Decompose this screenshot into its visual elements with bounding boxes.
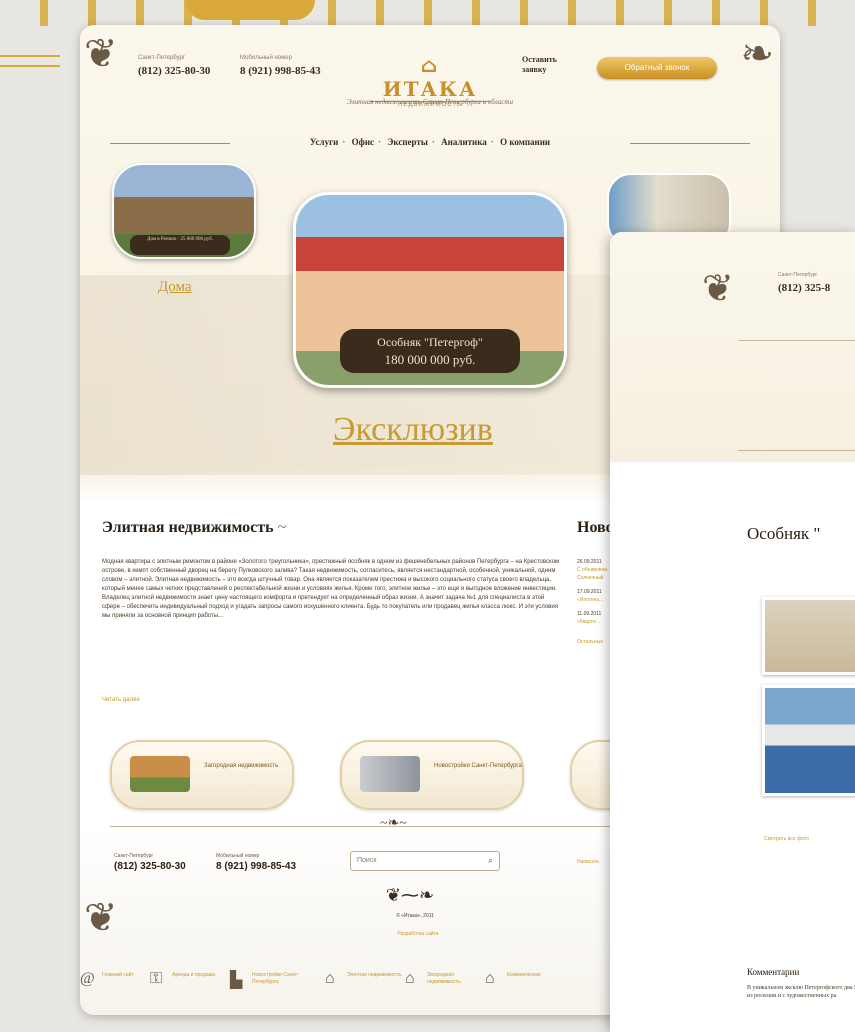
card-label: Новостройки Санкт-Петербурга — [434, 763, 522, 769]
buildings-icon: ▙ — [230, 972, 243, 989]
featured-mansion-price: 180 000 000 руб. — [384, 352, 476, 367]
category-card-country[interactable]: Загородная недвижимость — [110, 740, 294, 810]
nav-item-experts[interactable]: Эксперты — [387, 137, 428, 147]
elite-heading: Элитная недвижимость ~ — [102, 519, 287, 536]
card-label: Загородная недвижимость — [204, 763, 279, 769]
copyright: © «Итака», 2011 — [396, 913, 434, 919]
bottombar-label: Элитная недвижимость — [347, 972, 402, 978]
corner-ornament-icon: ❦ — [84, 895, 118, 941]
second-page-preview: ❦ Санкт-Петербург (812) 325-8 Особняк " … — [610, 232, 855, 1032]
category-card-newbuild[interactable]: Новостройки Санкт-Петербурга — [340, 740, 524, 810]
houses-link[interactable]: Дома — [158, 279, 192, 296]
read-more-link[interactable]: Читать далее — [102, 697, 140, 703]
footer-mobile-phone[interactable]: 8 (921) 998-85-43 — [216, 861, 296, 872]
p2-phone[interactable]: (812) 325-8 — [778, 282, 830, 294]
commercial-icon: ⌂ — [485, 970, 495, 987]
tilde-ornament-icon: ~ — [277, 519, 287, 536]
corner-ornament-icon: ❧ — [740, 31, 774, 77]
p2-divider — [738, 340, 855, 341]
mobile-phone-label: Мобильный номер — [240, 55, 292, 61]
featured-mansion-title: Особняк "Петергоф" — [377, 335, 483, 349]
key-icon: ⚿ — [150, 970, 163, 987]
city-phone[interactable]: (812) 325-80-30 — [138, 65, 210, 77]
search-input[interactable]: Поиск ⌕ — [350, 851, 500, 871]
tagline: Элитная недвижимость Санкт-Петербурга и … — [347, 98, 513, 106]
cottage-icon: ⌂ — [405, 970, 415, 987]
featured-mansion-caption[interactable]: Особняк "Петергоф" 180 000 000 руб. — [340, 329, 520, 373]
divider-ornament-icon: ~❧~ — [380, 816, 407, 831]
p2-all-photos-link[interactable]: Смотреть все фото — [764, 836, 809, 842]
p2-title: Особняк " — [747, 524, 821, 543]
footer-city-phone[interactable]: (812) 325-80-30 — [114, 861, 186, 872]
building-thumbnail — [360, 756, 420, 792]
callback-button[interactable]: Обратный звонок — [597, 57, 717, 79]
corner-ornament-icon: ❦ — [84, 31, 118, 77]
cottage-thumbnail — [130, 756, 190, 792]
house-thumbnail-caption: Дом в Репино · 25 000 000 руб. — [130, 235, 230, 255]
request-link[interactable]: Оставить заявку — [522, 55, 582, 75]
search-placeholder: Поиск — [357, 857, 377, 864]
left-gold-lines — [0, 55, 60, 67]
p2-terrace-photo[interactable] — [762, 685, 855, 796]
developer-link[interactable]: Разработка сайта — [388, 931, 448, 937]
bottombar-label: Коммерческая — [507, 972, 541, 978]
house-icon: ⌂ — [325, 970, 335, 987]
nav-item-office[interactable]: Офис — [352, 137, 374, 147]
nav-item-analytics[interactable]: Аналитика — [441, 137, 487, 147]
footer-ornament-icon: ❦⁓❧ — [385, 885, 435, 905]
p2-comments-text: В уникальном эксклю Петергофского два 53… — [747, 985, 855, 999]
city-phone-label: Санкт-Петербург — [138, 55, 186, 61]
elite-text: Модная квартира с элитным ремонтом в рай… — [102, 559, 560, 619]
footer-mobile-label: Мобильный номер — [216, 853, 260, 859]
mobile-phone[interactable]: 8 (921) 998-85-43 — [240, 65, 321, 77]
corner-ornament-icon: ❦ — [702, 266, 734, 310]
p2-comments-heading: Комментарии — [747, 967, 800, 977]
p2-divider — [738, 450, 855, 451]
footer-city-label: Санкт-Петербург — [114, 853, 154, 859]
nav-item-about[interactable]: О компании — [500, 137, 550, 147]
bottombar-label: Аренда и продажа — [172, 972, 215, 978]
p2-city-label: Санкт-Петербург — [778, 272, 818, 278]
main-nav: Услуги · Офис · Эксперты · Аналитика · О ком… — [110, 137, 750, 147]
bottombar-label: Новостройки Санкт-Петербурга — [252, 972, 299, 985]
bottom-site-bar: @ Главный сайт ⚿ Аренда и продажа ▙ Ново… — [80, 960, 620, 1000]
nav-item-services[interactable]: Услуги — [310, 137, 338, 147]
p2-interior-photo[interactable] — [762, 597, 855, 675]
logo-house-icon: ⌂ — [420, 53, 440, 77]
home-icon: @ — [80, 970, 95, 987]
bottombar-label: Загородная недвижимость — [427, 972, 461, 985]
top-gold-badge — [185, 0, 315, 20]
search-icon[interactable]: ⌕ — [488, 855, 493, 866]
footer-write-link[interactable]: Написать — [577, 859, 599, 865]
exclusive-link[interactable]: Эксклюзив — [333, 411, 493, 449]
